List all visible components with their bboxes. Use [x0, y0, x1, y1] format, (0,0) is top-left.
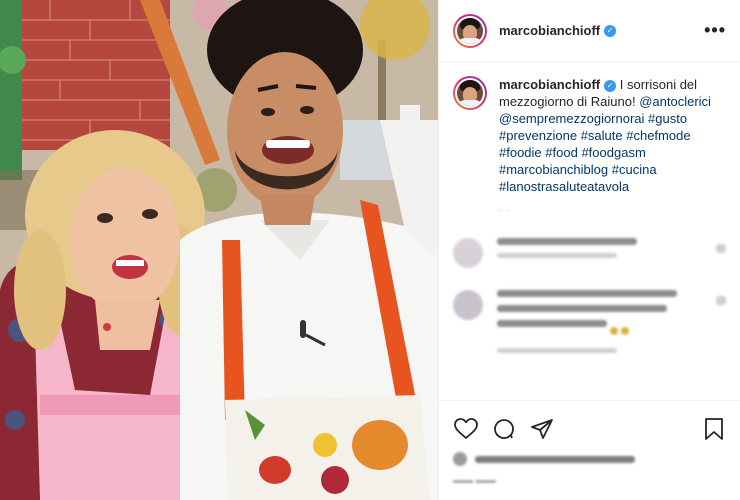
caption-username[interactable]: marcobianchioff	[499, 77, 600, 92]
hashtag-link[interactable]: #gusto	[648, 111, 687, 126]
avatar-image	[455, 15, 485, 46]
comment-like-icon[interactable]	[716, 244, 726, 253]
avatar-image	[455, 78, 485, 108]
post-header: marcobianchioff ✓ •••	[439, 0, 740, 62]
hashtag-link[interactable]: #food	[545, 145, 578, 160]
hashtag-link[interactable]: #marcobianchiblog	[499, 162, 608, 177]
comment-blurred	[453, 238, 726, 268]
comments-section: marcobianchioff ✓ I sorrisoni del mezzogi…	[439, 62, 740, 398]
heart-icon[interactable]	[453, 416, 479, 442]
comment-icon[interactable]	[491, 416, 517, 442]
paper-plane-icon[interactable]	[529, 416, 555, 442]
instagram-post: marcobianchioff ✓ ••• marcobianchioff ✓ I…	[0, 0, 740, 500]
likes-summary-blurred	[453, 452, 727, 466]
more-options-icon[interactable]: •••	[704, 20, 726, 41]
caption-text: marcobianchioff ✓ I sorrisoni del mezzogi…	[499, 76, 725, 195]
post-actions: ▬▬ ▬▬	[439, 400, 740, 486]
verified-badge-icon: ✓	[604, 24, 617, 37]
post-caption: marcobianchioff ✓ I sorrisoni del mezzogi…	[453, 76, 726, 195]
hashtag-link[interactable]: #lanostrasaluteatavola	[499, 179, 629, 194]
caption-avatar[interactable]	[453, 76, 487, 110]
hashtag-link[interactable]: #foodgasm	[581, 145, 645, 160]
commenter-avatar	[453, 290, 483, 320]
hashtag-link[interactable]: #salute	[581, 128, 623, 143]
hashtag-link[interactable]: #chefmode	[626, 128, 690, 143]
header-username[interactable]: marcobianchioff	[499, 23, 600, 38]
profile-avatar[interactable]	[453, 13, 487, 48]
mention-link[interactable]: @sempremezzogiornorai	[499, 111, 644, 126]
commenter-avatar	[453, 238, 483, 268]
hashtag-link[interactable]: #cucina	[612, 162, 657, 177]
verified-badge-icon: ✓	[604, 79, 617, 92]
bookmark-icon[interactable]	[701, 416, 727, 442]
hashtag-link[interactable]: #foodie	[499, 145, 542, 160]
photo-illustration	[0, 0, 438, 500]
post-side-panel: marcobianchioff ✓ ••• marcobianchioff ✓ I…	[438, 0, 740, 500]
caption-timestamp-blurred: · ·	[499, 205, 512, 216]
comment-blurred	[453, 290, 726, 361]
post-photo[interactable]	[0, 0, 438, 500]
hashtag-link[interactable]: #prevenzione	[499, 128, 577, 143]
mention-link[interactable]: @antoclerici	[639, 94, 711, 109]
post-date-blurred: ▬▬ ▬▬	[453, 475, 496, 486]
comment-like-icon[interactable]	[716, 296, 726, 305]
